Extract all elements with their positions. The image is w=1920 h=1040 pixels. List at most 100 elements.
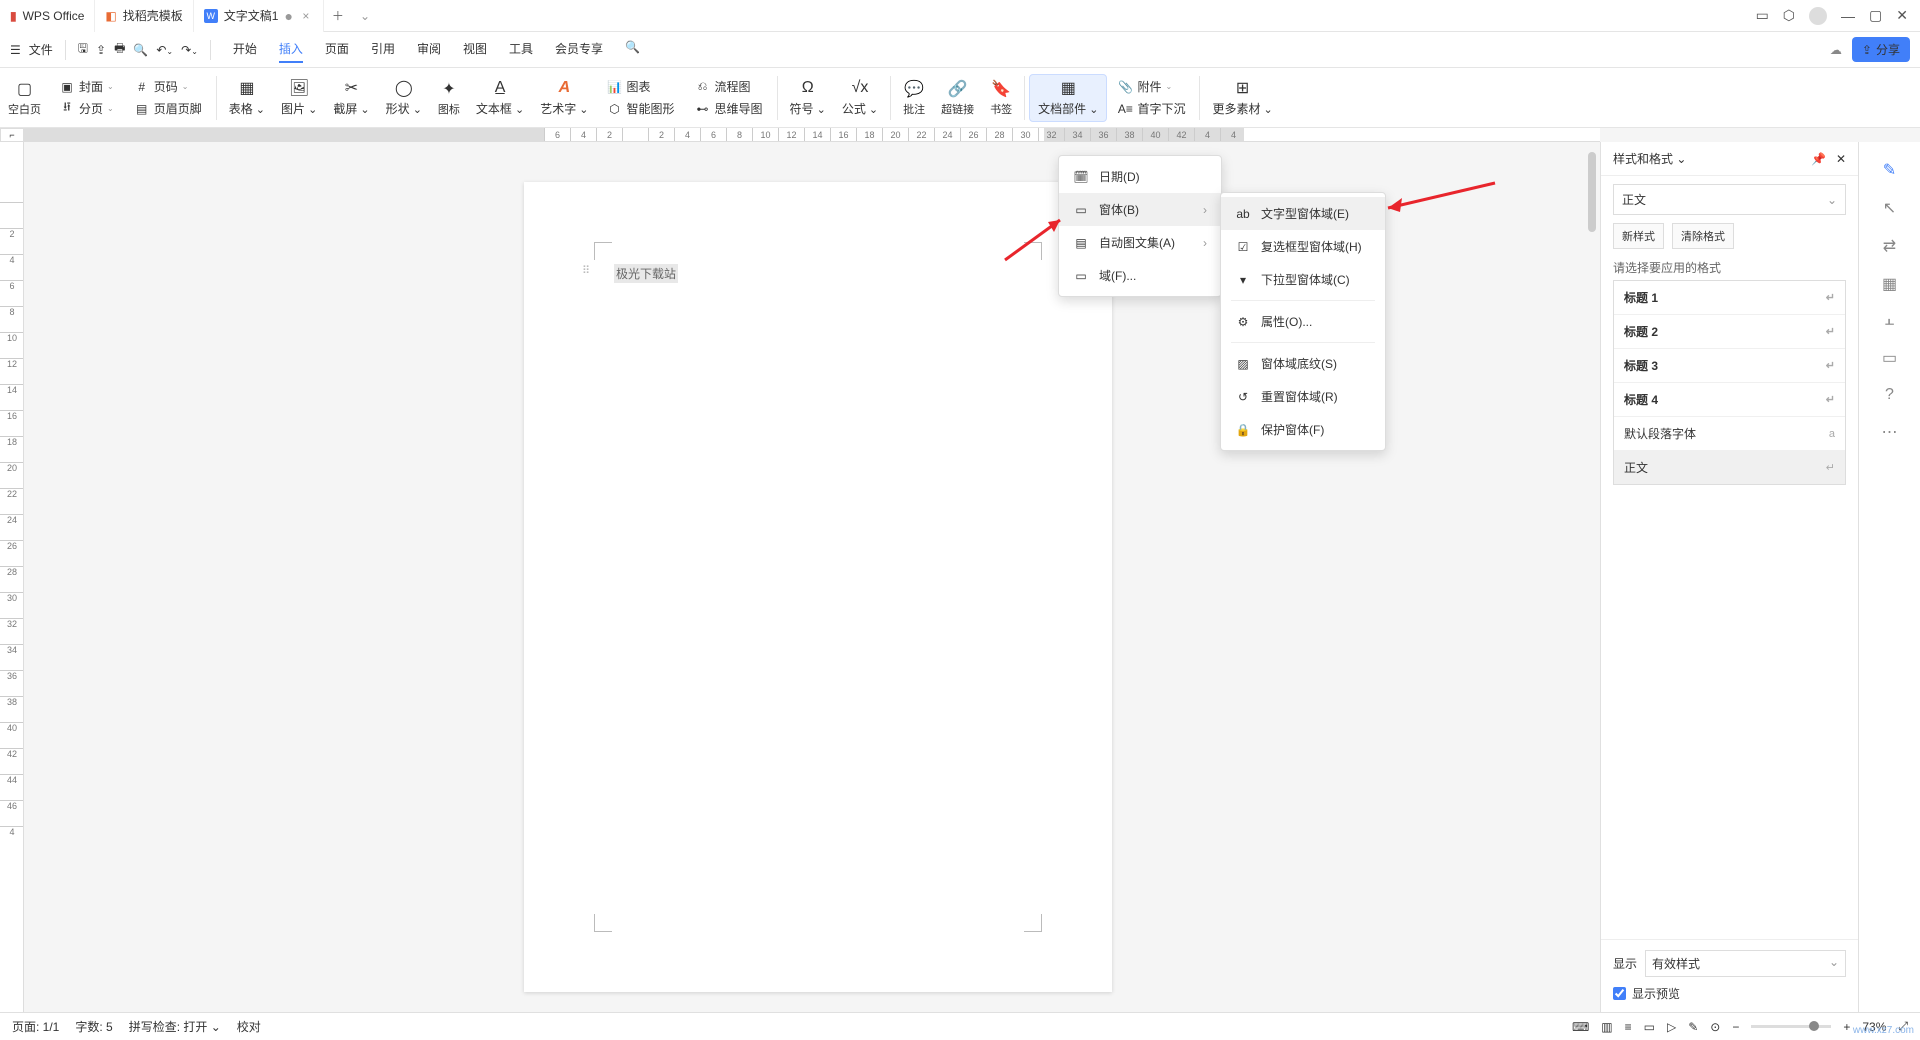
tab-ref[interactable]: 引用 (371, 36, 395, 63)
style-default-font[interactable]: 默认段落字体a (1614, 417, 1845, 451)
attach-button[interactable]: 📎附件⌄ (1111, 76, 1191, 97)
save-icon[interactable]: 🖫 (78, 39, 88, 60)
print-icon[interactable]: 🖶 (114, 39, 125, 60)
view-read-icon[interactable]: ▷ (1667, 1020, 1676, 1034)
hamburger-menu-icon[interactable]: ☰ (10, 43, 21, 57)
window-close-icon[interactable]: ✕ (1896, 7, 1908, 24)
menu-text-field[interactable]: ab文字型窗体域(E) (1221, 197, 1385, 230)
menu-checkbox-field[interactable]: ☑复选框型窗体域(H) (1221, 230, 1385, 263)
section-button[interactable]: ⭿分页⌄ (53, 98, 120, 119)
maximize-icon[interactable]: ▢ (1869, 7, 1882, 24)
table-button[interactable]: ▦表格 ⌄ (221, 74, 273, 122)
pin-icon[interactable]: 📌 (1811, 152, 1826, 166)
gallery-tool-icon[interactable]: ▦ (1882, 274, 1897, 294)
view-web-icon[interactable]: ▭ (1644, 1020, 1655, 1034)
bookmark-button[interactable]: 🔖书签 (982, 74, 1020, 122)
preview-checkbox-input[interactable] (1613, 987, 1626, 1000)
zoom-slider[interactable] (1751, 1025, 1831, 1028)
redo-icon[interactable]: ↷⌄ (181, 43, 198, 57)
textbox-button[interactable]: A̲文本框 ⌄ (468, 74, 532, 122)
share-button[interactable]: ⇪分享 (1852, 37, 1910, 62)
page-status[interactable]: 页面: 1/1 (12, 1018, 59, 1035)
new-style-button[interactable]: 新样式 (1613, 223, 1664, 249)
book-tool-icon[interactable]: ▭ (1882, 348, 1897, 368)
document-page[interactable]: ⠿ 极光下载站 (524, 182, 1112, 992)
header-footer-button[interactable]: ▤页眉页脚 (128, 98, 208, 119)
tab-template[interactable]: ◧ 找稻壳模板 (95, 0, 193, 32)
tab-insert[interactable]: 插入 (279, 36, 303, 63)
iconlib-button[interactable]: ✦图标 (430, 74, 468, 122)
proofread-status[interactable]: 校对 (237, 1018, 261, 1035)
clear-format-button[interactable]: 清除格式 (1672, 223, 1734, 249)
doc-parts-button[interactable]: ▦文档部件 ⌄ (1029, 74, 1107, 122)
export-icon[interactable]: ⇪ (96, 43, 106, 57)
current-style-select[interactable]: 正文 ⌄ (1613, 184, 1846, 215)
more-assets-button[interactable]: ⊞更多素材 ⌄ (1204, 74, 1280, 122)
more-tools-icon[interactable]: ⋯ (1882, 422, 1898, 442)
markup-icon[interactable]: ✎ (1688, 1020, 1698, 1034)
pageno-button[interactable]: #页码⌄ (128, 76, 208, 97)
fit-icon[interactable]: ⊙ (1710, 1020, 1720, 1034)
new-tab-button[interactable]: ＋ (324, 7, 352, 24)
tab-wps-home[interactable]: ▮ WPS Office (0, 0, 95, 32)
symbol-button[interactable]: Ω符号 ⌄ (782, 74, 834, 122)
style-heading3[interactable]: 标题 3↵ (1614, 349, 1845, 383)
picture-button[interactable]: 🖼图片 ⌄ (273, 74, 325, 122)
cloud-icon[interactable]: ☁ (1830, 43, 1842, 57)
cover-button[interactable]: ▣封面⌄ (53, 76, 120, 97)
user-avatar-icon[interactable] (1809, 7, 1827, 25)
select-tool-icon[interactable]: ↖ (1883, 198, 1896, 218)
tab-page[interactable]: 页面 (325, 36, 349, 63)
vertical-scrollbar[interactable] (1584, 142, 1600, 992)
panel-close-icon[interactable]: ✕ (1836, 152, 1846, 166)
blank-page-button[interactable]: ▢空白页 (0, 74, 49, 122)
smartart-button[interactable]: ⬡智能图形 (601, 98, 681, 119)
undo-icon[interactable]: ↶⌄ (156, 43, 173, 57)
reader-mode-icon[interactable]: ▭ (1756, 7, 1769, 24)
chart-button[interactable]: 📊图表 (601, 76, 681, 97)
wordart-button[interactable]: A艺术字 ⌄ (532, 74, 596, 122)
tab-tools[interactable]: 工具 (509, 36, 533, 63)
zoom-out-icon[interactable]: − (1732, 1020, 1739, 1034)
menu-field[interactable]: ▭域(F)... (1059, 259, 1221, 292)
menu-date[interactable]: 🗓日期(D) (1059, 160, 1221, 193)
cube-icon[interactable]: ⬡ (1783, 7, 1795, 24)
menu-shade[interactable]: ▨窗体域底纹(S) (1221, 347, 1385, 380)
style-heading4[interactable]: 标题 4↵ (1614, 383, 1845, 417)
hyperlink-button[interactable]: 🔗超链接 (933, 74, 982, 122)
style-heading1[interactable]: 标题 1↵ (1614, 281, 1845, 315)
help-icon[interactable]: ? (1885, 386, 1894, 404)
search-icon[interactable]: 🔍 (625, 36, 640, 63)
word-count[interactable]: 字数: 5 (75, 1018, 112, 1035)
zoom-in-icon[interactable]: + (1843, 1020, 1850, 1034)
screenshot-button[interactable]: ✂截屏 ⌄ (325, 74, 377, 122)
comment-button[interactable]: 💬批注 (895, 74, 933, 122)
view-outline-icon[interactable]: ≡ (1625, 1020, 1632, 1034)
print-preview-icon[interactable]: 🔍 (133, 43, 148, 57)
new-tab-dropdown[interactable]: ⌄ (352, 9, 378, 23)
tab-start[interactable]: 开始 (233, 36, 257, 63)
spellcheck-status[interactable]: 拼写检查: 打开 ⌄ (129, 1018, 221, 1035)
shape-button[interactable]: ◯形状 ⌄ (378, 74, 430, 122)
menu-dropdown-field[interactable]: ▾下拉型窗体域(C) (1221, 263, 1385, 296)
ruler-vertical[interactable]: 2468101214161820222426283032343638404244… (0, 142, 24, 1012)
menu-protect[interactable]: 🔒保护窗体(F) (1221, 413, 1385, 446)
style-body[interactable]: 正文↵ (1614, 451, 1845, 484)
menu-form[interactable]: ▭窗体(B)› (1059, 193, 1221, 226)
preview-checkbox[interactable]: 显示预览 (1613, 985, 1846, 1002)
flowchart-button[interactable]: ⎌流程图 (689, 76, 769, 97)
adjust-tool-icon[interactable]: ⇄ (1883, 236, 1896, 256)
menu-reset[interactable]: ↺重置窗体域(R) (1221, 380, 1385, 413)
ruler-horizontal[interactable]: 6422468101214161820222426283032343638404… (24, 128, 1600, 142)
mindmap-button[interactable]: ⊷思维导图 (689, 98, 769, 119)
ruler-tool-icon[interactable]: ⫠ (1885, 312, 1895, 330)
tab-review[interactable]: 审阅 (417, 36, 441, 63)
show-select[interactable]: 有效样式⌄ (1645, 950, 1846, 977)
style-heading2[interactable]: 标题 2↵ (1614, 315, 1845, 349)
close-tab-icon[interactable]: × (299, 9, 313, 23)
document-text[interactable]: 极光下载站 (614, 264, 678, 283)
menu-autotext[interactable]: ▤自动图文集(A)› (1059, 226, 1221, 259)
edit-tool-icon[interactable]: ✎ (1883, 160, 1896, 180)
file-menu[interactable]: 文件 (29, 41, 53, 58)
tab-view[interactable]: 视图 (463, 36, 487, 63)
